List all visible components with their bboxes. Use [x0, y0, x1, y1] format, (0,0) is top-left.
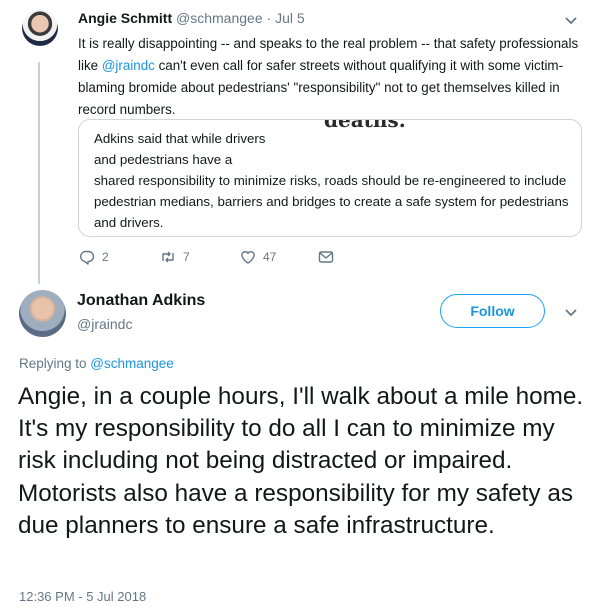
- like-button[interactable]: 47: [240, 249, 276, 265]
- thread-line: [38, 62, 40, 284]
- replying-prefix: Replying to: [19, 356, 91, 371]
- tweet-text: It is really disappointing -- and speaks…: [78, 33, 583, 121]
- avatar[interactable]: [22, 10, 58, 46]
- chevron-down-icon[interactable]: [564, 14, 578, 28]
- tweet-timestamp[interactable]: 12:36 PM - 5 Jul 2018: [19, 589, 146, 604]
- avatar[interactable]: [19, 290, 66, 337]
- heart-icon: [241, 251, 255, 264]
- author-handle[interactable]: @schmangee: [176, 10, 263, 26]
- envelope-icon: [318, 251, 334, 263]
- follow-button[interactable]: Follow: [440, 294, 545, 328]
- separator-dot: ·: [266, 10, 272, 26]
- retweet-button[interactable]: 7: [160, 249, 190, 265]
- reply-count: 2: [102, 250, 109, 264]
- retweet-count: 7: [183, 250, 190, 264]
- chevron-down-icon[interactable]: [564, 306, 578, 320]
- author-handle[interactable]: @jraindc: [77, 316, 132, 332]
- tweet-text: Angie, in a couple hours, I'll walk abou…: [18, 383, 584, 539]
- direct-message-button[interactable]: [318, 249, 334, 265]
- reply-icon: [80, 250, 95, 265]
- quote-text: Adkins said that while drivers and pedest…: [94, 128, 574, 233]
- replying-to: Replying to @schmangee: [19, 356, 174, 371]
- quoted-content-card[interactable]: deaths. Adkins said that while drivers an…: [78, 119, 582, 237]
- retweet-icon: [162, 251, 174, 263]
- tweet-actions: 2 7 47: [79, 249, 379, 269]
- tweet-header: Angie Schmitt @schmangee · Jul 5: [78, 10, 305, 26]
- tweet-date[interactable]: Jul 5: [275, 10, 305, 26]
- reply-button[interactable]: 2: [79, 249, 109, 265]
- quote-line: Adkins said that while drivers and pedest…: [94, 131, 569, 230]
- author-name[interactable]: Angie Schmitt: [78, 10, 172, 26]
- mention-link[interactable]: @jraindc: [102, 58, 155, 73]
- like-count: 47: [263, 250, 277, 264]
- replying-to-handle[interactable]: @schmangee: [90, 356, 174, 371]
- author-name[interactable]: Jonathan Adkins: [77, 292, 205, 310]
